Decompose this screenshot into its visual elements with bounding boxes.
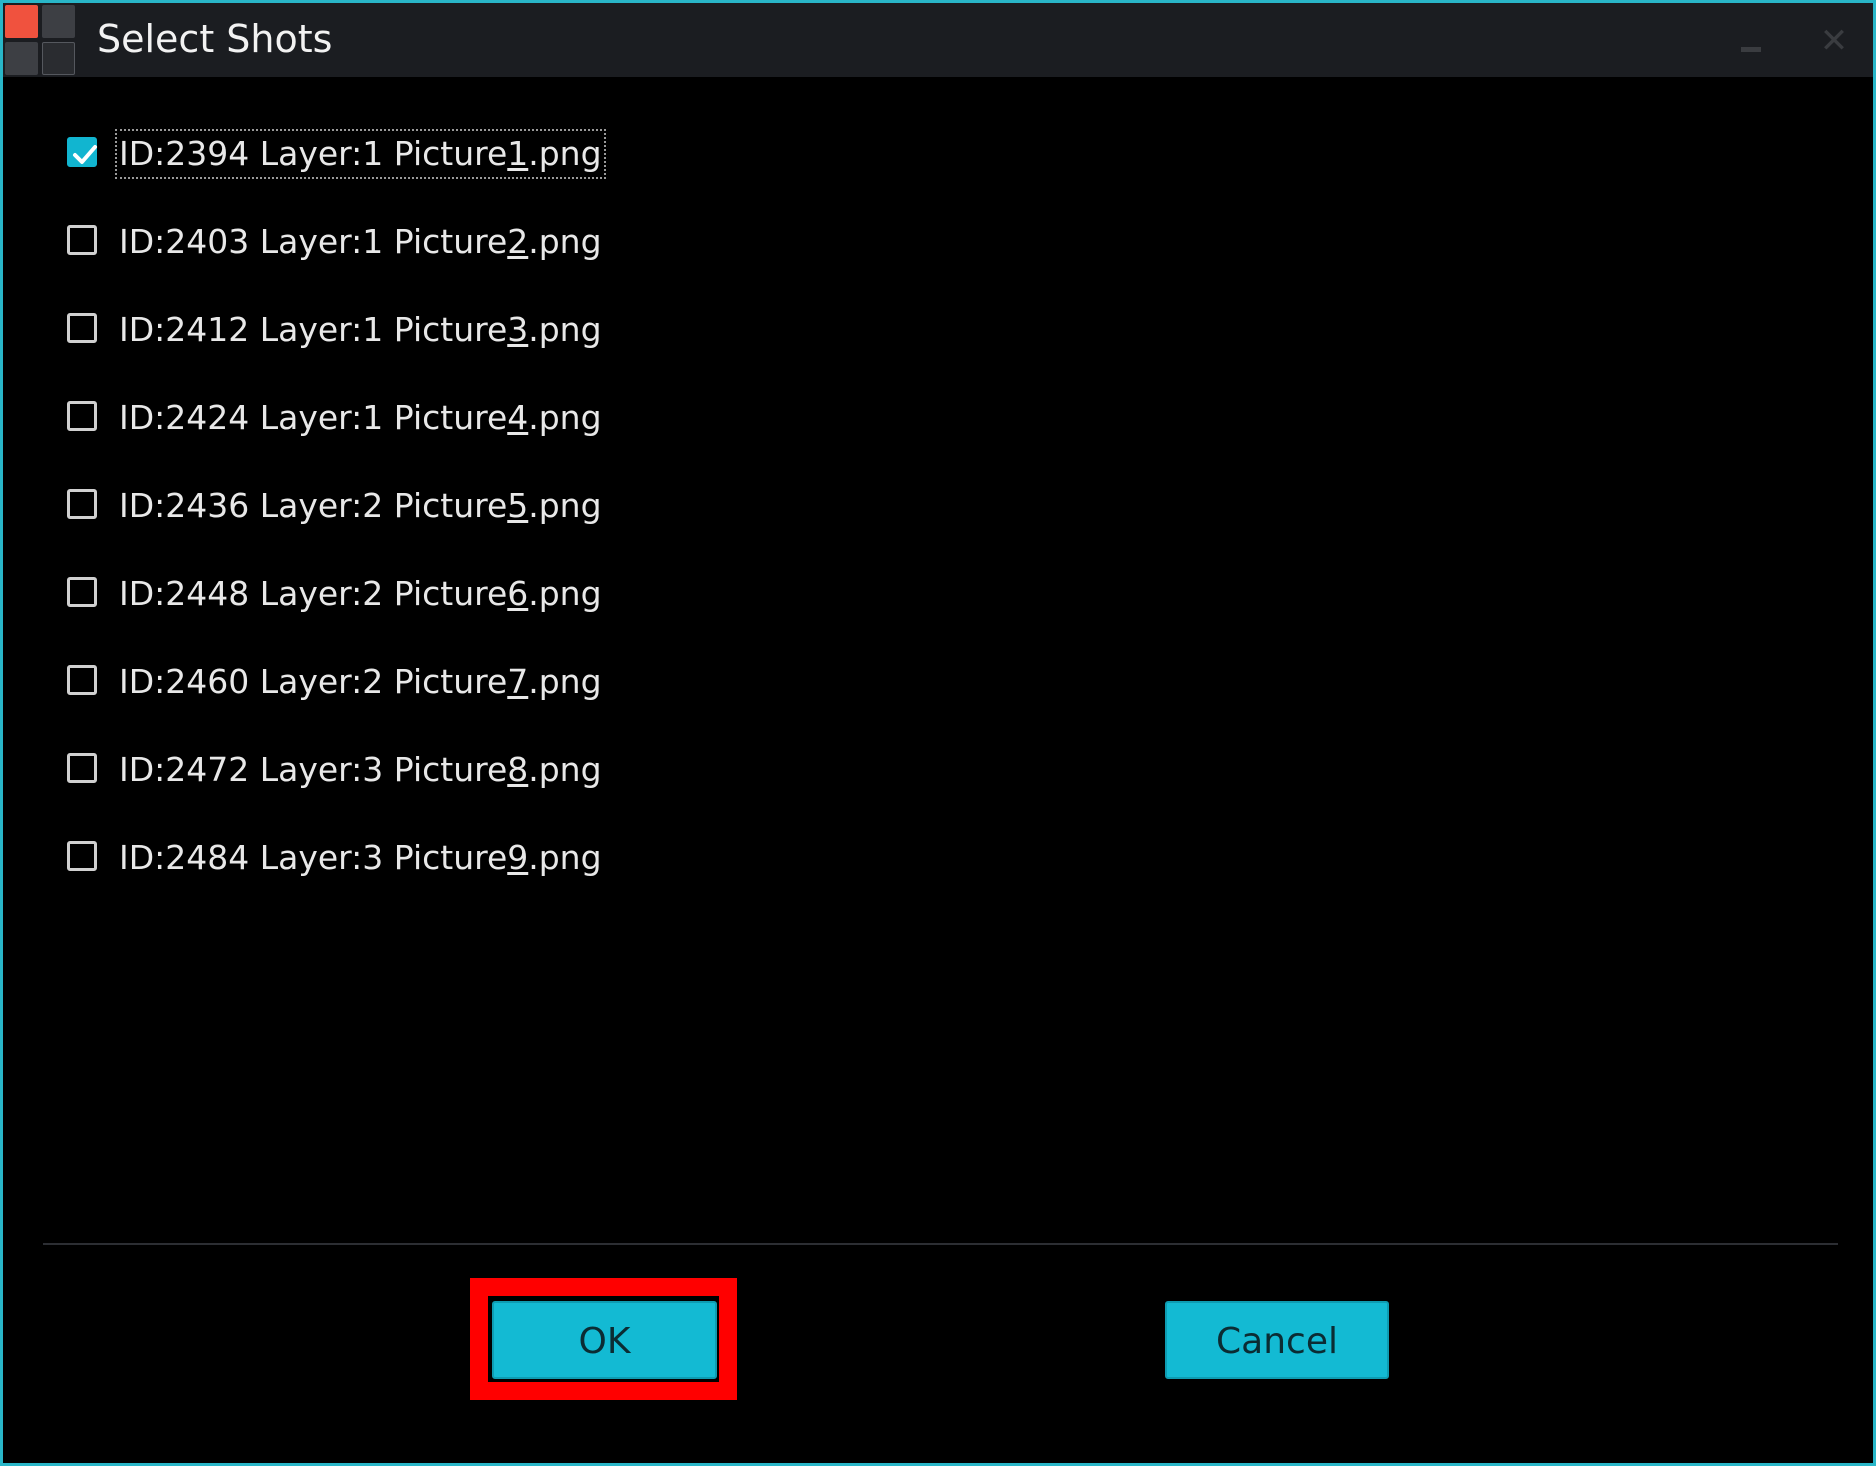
close-icon: ✕	[1819, 21, 1849, 61]
shot-checkbox[interactable]	[67, 841, 97, 871]
shot-label[interactable]: ID:2460 Layer:2 Picture7.png	[117, 659, 604, 705]
ok-button-highlight-box	[470, 1278, 737, 1400]
shot-label-text: ID:2394 Layer:1 Picture	[119, 134, 508, 173]
minimize-icon	[1741, 47, 1761, 52]
shot-label-extension: .png	[528, 838, 602, 877]
shot-checkbox[interactable]	[67, 137, 97, 167]
shot-item[interactable]: ID:2412 Layer:1 Picture3.png	[67, 307, 667, 359]
shot-item[interactable]: ID:2436 Layer:2 Picture5.png	[67, 483, 667, 535]
shot-label-extension: .png	[528, 662, 602, 701]
shot-label[interactable]: ID:2403 Layer:1 Picture2.png	[117, 219, 604, 265]
window-title: Select Shots	[97, 17, 333, 61]
shot-item[interactable]: ID:2424 Layer:1 Picture4.png	[67, 395, 667, 447]
shot-label-extension: .png	[528, 222, 602, 261]
shot-checkbox[interactable]	[67, 577, 97, 607]
shot-checkbox[interactable]	[67, 401, 97, 431]
shot-label[interactable]: ID:2472 Layer:3 Picture8.png	[117, 747, 604, 793]
shot-label-text: ID:2436 Layer:2 Picture	[119, 486, 508, 525]
shot-item[interactable]: ID:2394 Layer:1 Picture1.png	[67, 129, 667, 183]
shot-label-text: ID:2472 Layer:3 Picture	[119, 750, 508, 789]
app-logo-tile	[42, 5, 75, 38]
shot-label[interactable]: ID:2448 Layer:2 Picture6.png	[117, 571, 604, 617]
app-logo-tile	[5, 42, 38, 75]
app-logo-tile	[5, 5, 38, 38]
shot-label-mnemonic: 9	[507, 838, 529, 877]
shot-label[interactable]: ID:2394 Layer:1 Picture1.png	[115, 129, 606, 179]
shot-label-extension: .png	[528, 310, 602, 349]
shot-label-mnemonic: 8	[507, 750, 529, 789]
shot-label-text: ID:2448 Layer:2 Picture	[119, 574, 508, 613]
shot-label-text: ID:2412 Layer:1 Picture	[119, 310, 508, 349]
shot-label-extension: .png	[528, 398, 602, 437]
shot-label-mnemonic: 3	[507, 310, 529, 349]
minimize-button[interactable]	[1731, 21, 1771, 61]
shot-label-extension: .png	[528, 574, 602, 613]
title-bar[interactable]: Select Shots ✕	[3, 3, 1873, 77]
close-button[interactable]: ✕	[1814, 21, 1854, 61]
cancel-button[interactable]: Cancel	[1165, 1301, 1389, 1379]
shot-label[interactable]: ID:2412 Layer:1 Picture3.png	[117, 307, 604, 353]
shot-item[interactable]: ID:2403 Layer:1 Picture2.png	[67, 219, 667, 271]
shot-label-mnemonic: 1	[507, 134, 529, 173]
shot-item[interactable]: ID:2472 Layer:3 Picture8.png	[67, 747, 667, 799]
shot-label-mnemonic: 2	[507, 222, 529, 261]
shot-checkbox[interactable]	[67, 489, 97, 519]
shot-label-text: ID:2484 Layer:3 Picture	[119, 838, 508, 877]
shot-label-extension: .png	[528, 134, 602, 173]
checkmark-icon	[73, 145, 97, 164]
shot-label-mnemonic: 4	[507, 398, 529, 437]
shot-checkbox[interactable]	[67, 753, 97, 783]
app-logo-tile	[42, 42, 75, 75]
shot-label[interactable]: ID:2484 Layer:3 Picture9.png	[117, 835, 604, 881]
shot-item[interactable]: ID:2448 Layer:2 Picture6.png	[67, 571, 667, 623]
shot-label-mnemonic: 5	[507, 486, 529, 525]
shot-label-mnemonic: 7	[507, 662, 529, 701]
divider	[43, 1243, 1838, 1245]
shot-label-text: ID:2460 Layer:2 Picture	[119, 662, 508, 701]
shot-label-extension: .png	[528, 750, 602, 789]
shot-label-text: ID:2403 Layer:1 Picture	[119, 222, 508, 261]
shot-label-mnemonic: 6	[507, 574, 529, 613]
shot-label-extension: .png	[528, 486, 602, 525]
shot-label[interactable]: ID:2436 Layer:2 Picture5.png	[117, 483, 604, 529]
shot-checkbox[interactable]	[67, 225, 97, 255]
shot-checkbox[interactable]	[67, 665, 97, 695]
select-shots-dialog: Select Shots ✕ ID:2394 Layer:1 Picture1.…	[0, 0, 1876, 1466]
shot-label[interactable]: ID:2424 Layer:1 Picture4.png	[117, 395, 604, 441]
shot-checkbox[interactable]	[67, 313, 97, 343]
shot-item[interactable]: ID:2460 Layer:2 Picture7.png	[67, 659, 667, 711]
shot-item[interactable]: ID:2484 Layer:3 Picture9.png	[67, 835, 667, 887]
shot-label-text: ID:2424 Layer:1 Picture	[119, 398, 508, 437]
app-logo-icon	[5, 5, 75, 75]
